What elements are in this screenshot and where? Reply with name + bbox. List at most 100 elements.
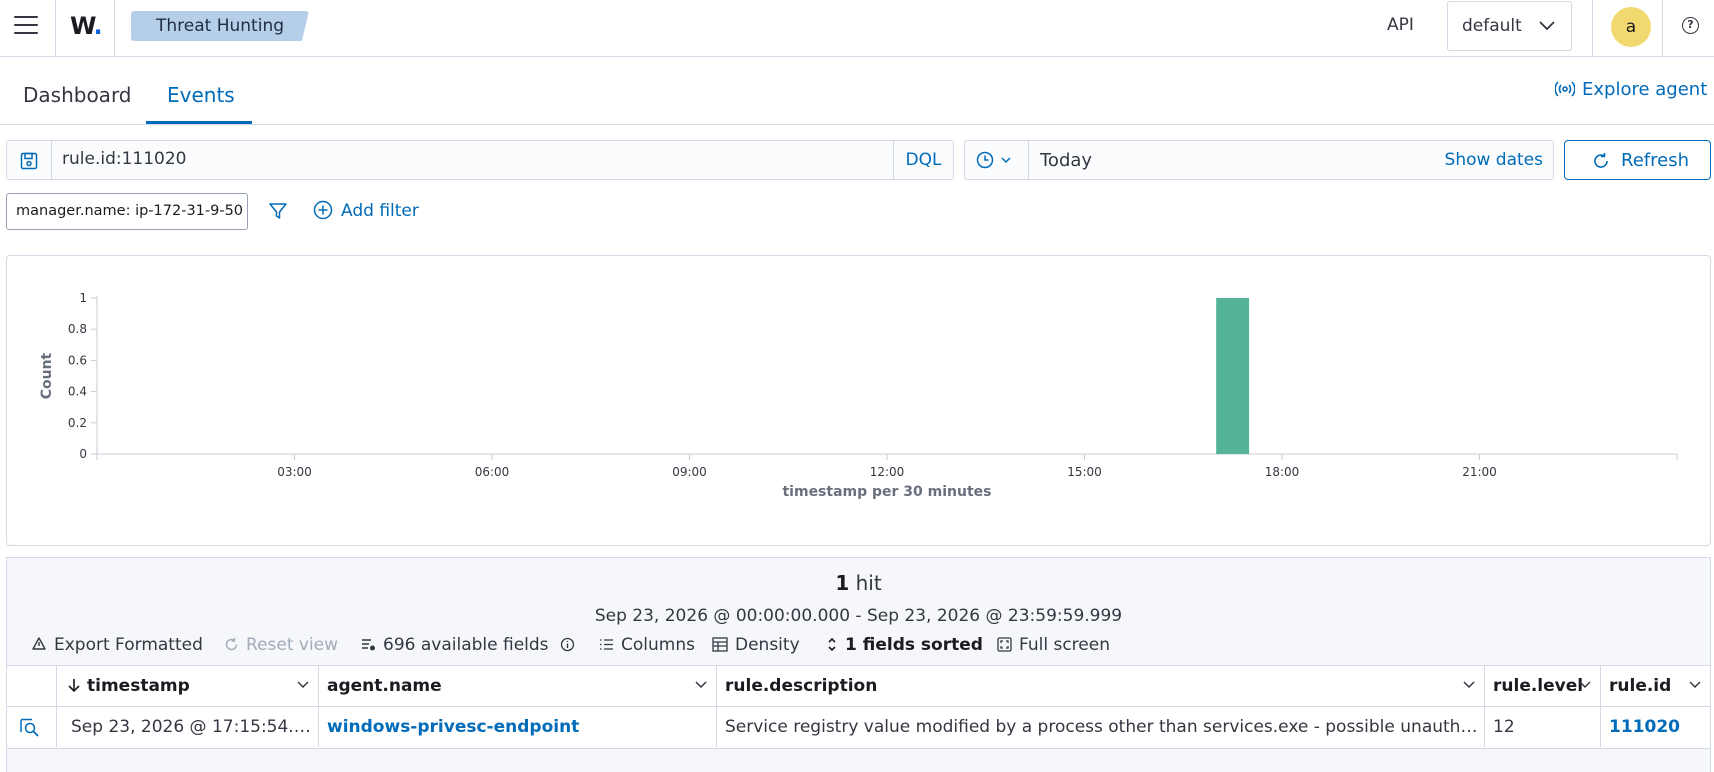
chevron-down-icon[interactable] bbox=[1689, 681, 1701, 689]
date-range-value[interactable]: Today bbox=[1040, 150, 1092, 171]
divider bbox=[114, 0, 115, 57]
agent-name-link[interactable]: windows-privesc-endpoint bbox=[319, 707, 717, 747]
divider bbox=[55, 0, 56, 57]
sort-icon bbox=[828, 637, 836, 652]
query-bar: DQL bbox=[6, 140, 954, 180]
menu-icon[interactable] bbox=[14, 16, 38, 38]
tenant-value: default bbox=[1462, 16, 1522, 36]
columns-label: Columns bbox=[621, 635, 695, 655]
add-filter-button[interactable]: Add filter bbox=[313, 200, 419, 221]
cell-timestamp: Sep 23, 2026 @ 17:15:54.3... bbox=[57, 707, 319, 747]
tab-dashboard[interactable]: Dashboard bbox=[23, 83, 132, 107]
search-input[interactable] bbox=[62, 149, 892, 169]
fields-sorted-button[interactable]: 1 fields sorted bbox=[826, 635, 983, 655]
info-icon bbox=[560, 637, 575, 652]
divider bbox=[1592, 0, 1593, 57]
results-time-range: Sep 23, 2026 @ 00:00:00.000 - Sep 23, 20… bbox=[594, 606, 1123, 626]
top-bar: W. Threat Hunting API default a ? bbox=[0, 0, 1714, 57]
tenant-select[interactable]: default bbox=[1447, 1, 1572, 51]
explore-agent-button[interactable]: Explore agent bbox=[1554, 79, 1708, 100]
query-language-button[interactable]: DQL bbox=[893, 141, 953, 179]
table-header: timestamp agent.name rule.description ru… bbox=[7, 665, 1710, 707]
hits-count: 1 hit bbox=[835, 571, 882, 595]
histogram-panel: 0 0.2 0.4 0.6 0.8 1 03:00 06:00 09:00 12:00 15:00 1… bbox=[6, 255, 1711, 546]
app-logo[interactable]: W. bbox=[70, 12, 103, 40]
refresh-icon bbox=[1594, 153, 1608, 168]
x-tick-label: 18:00 bbox=[1265, 465, 1300, 479]
y-tick-label: 0 bbox=[79, 447, 87, 461]
full-screen-button[interactable]: Full screen bbox=[997, 635, 1110, 655]
explore-agent-label: Explore agent bbox=[1582, 79, 1708, 100]
fullscreen-icon bbox=[997, 637, 1012, 652]
quick-select-button[interactable] bbox=[965, 141, 1029, 179]
filter-pill[interactable]: manager.name: ip-172-31-9-50 bbox=[6, 193, 248, 230]
saved-query-button[interactable] bbox=[7, 141, 52, 179]
chevron-down-icon[interactable] bbox=[1579, 681, 1591, 689]
y-tick-label: 0.2 bbox=[68, 416, 87, 430]
refresh-label: Refresh bbox=[1621, 150, 1689, 171]
inspect-icon bbox=[20, 718, 39, 737]
x-tick-label: 03:00 bbox=[277, 465, 312, 479]
y-tick-label: 0.4 bbox=[68, 385, 87, 399]
histogram-bar bbox=[1216, 298, 1250, 454]
column-header-rule-level[interactable]: rule.level bbox=[1485, 666, 1601, 706]
clock-icon bbox=[976, 151, 1011, 169]
rule-id-link[interactable]: 111020 bbox=[1601, 707, 1710, 747]
add-filter-label: Add filter bbox=[341, 201, 419, 221]
column-header-rule-id[interactable]: rule.id bbox=[1601, 666, 1710, 706]
y-tick-label: 1 bbox=[79, 291, 87, 305]
columns-button[interactable]: Columns bbox=[599, 635, 695, 655]
density-label: Density bbox=[735, 635, 800, 655]
available-fields-label: 696 available fields bbox=[383, 635, 549, 655]
help-icon[interactable]: ? bbox=[1682, 17, 1699, 34]
histogram-chart: 0 0.2 0.4 0.6 0.8 1 03:00 06:00 09:00 12:00 15:00 1… bbox=[39, 291, 1678, 500]
tab-events[interactable]: Events bbox=[167, 83, 235, 107]
api-link[interactable]: API bbox=[1387, 15, 1414, 35]
x-tick-label: 21:00 bbox=[1462, 465, 1497, 479]
date-picker: Today Show dates bbox=[964, 140, 1554, 180]
show-dates-link[interactable]: Show dates bbox=[1445, 150, 1543, 170]
row-control-header bbox=[7, 666, 57, 706]
export-formatted-button[interactable]: Export Formatted bbox=[31, 635, 203, 655]
avatar[interactable]: a bbox=[1611, 7, 1651, 47]
tab-bar: Dashboard Events Explore agent bbox=[0, 57, 1714, 125]
breadcrumb[interactable]: Threat Hunting bbox=[131, 11, 309, 41]
available-fields-button[interactable]: 696 available fields bbox=[361, 635, 575, 655]
chevron-down-icon bbox=[1539, 21, 1555, 31]
refresh-icon bbox=[225, 638, 238, 651]
refresh-button[interactable]: Refresh bbox=[1564, 140, 1711, 180]
full-screen-label: Full screen bbox=[1019, 635, 1110, 655]
x-axis-title: timestamp per 30 minutes bbox=[782, 484, 991, 500]
reset-view-label: Reset view bbox=[246, 635, 339, 655]
density-button[interactable]: Density bbox=[712, 635, 800, 655]
table-row[interactable]: Sep 23, 2026 @ 17:15:54.3... windows-pri… bbox=[7, 707, 1710, 749]
filter-icon[interactable] bbox=[268, 201, 288, 221]
y-tick-label: 0.6 bbox=[68, 353, 87, 367]
export-label: Export Formatted bbox=[54, 635, 203, 655]
chevron-down-icon[interactable] bbox=[695, 681, 707, 689]
save-icon bbox=[20, 152, 38, 170]
reset-view-button[interactable]: Reset view bbox=[224, 635, 338, 655]
breadcrumb-label: Threat Hunting bbox=[156, 16, 285, 36]
table-density-icon bbox=[712, 637, 728, 652]
export-icon bbox=[32, 637, 46, 650]
cell-rule-description: Service registry value modified by a pro… bbox=[717, 707, 1485, 747]
chevron-down-icon[interactable] bbox=[1463, 681, 1475, 689]
fields-sorted-label: 1 fields sorted bbox=[845, 635, 983, 655]
list-icon bbox=[600, 639, 613, 650]
column-header-agent-name[interactable]: agent.name bbox=[319, 666, 717, 706]
x-tick-label: 15:00 bbox=[1067, 465, 1102, 479]
y-axis-title: Count bbox=[39, 352, 55, 399]
column-header-rule-description[interactable]: rule.description bbox=[717, 666, 1485, 706]
divider bbox=[1662, 0, 1663, 57]
x-tick-label: 06:00 bbox=[475, 465, 510, 479]
column-header-timestamp[interactable]: timestamp bbox=[57, 666, 319, 706]
x-tick-label: 09:00 bbox=[672, 465, 707, 479]
active-tab-indicator bbox=[146, 121, 252, 124]
chevron-down-icon[interactable] bbox=[297, 681, 309, 689]
inspect-document-button[interactable] bbox=[7, 707, 57, 747]
y-tick-label: 0.8 bbox=[68, 322, 87, 336]
fields-icon bbox=[362, 639, 375, 651]
x-tick-label: 12:00 bbox=[870, 465, 905, 479]
plus-circle-icon bbox=[313, 200, 333, 220]
